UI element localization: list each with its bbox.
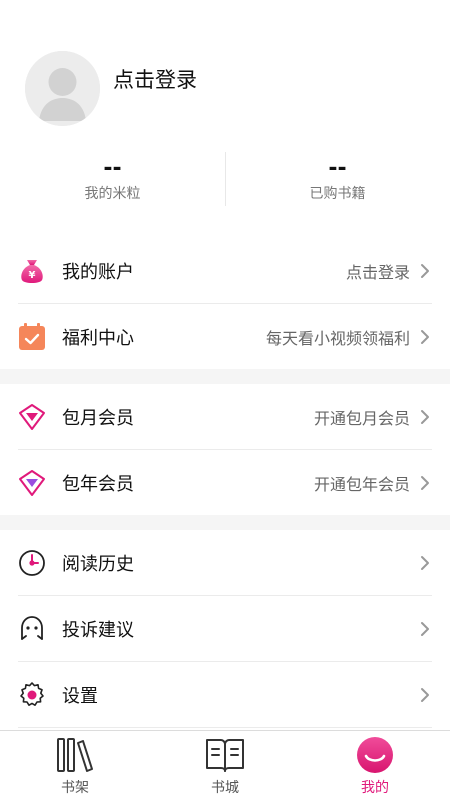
menu-item-welfare-center[interactable]: 福利中心 每天看小视频领福利	[18, 304, 432, 369]
calendar-check-icon	[18, 322, 46, 351]
menu-item-title: 包年会员	[62, 473, 134, 495]
chevron-right-icon	[418, 553, 432, 573]
smiley-avatar-icon	[355, 735, 395, 775]
default-avatar-icon[interactable]	[25, 51, 100, 126]
chevron-right-icon	[418, 327, 432, 347]
menu-item-hint: 点击登录	[345, 262, 410, 282]
open-book-icon	[205, 735, 245, 775]
menu-item-hint: 开通包年会员	[313, 474, 410, 494]
menu-item-hint: 每天看小视频领福利	[265, 328, 410, 348]
menu-item-yearly-vip[interactable]: 包年会员 开通包年会员	[18, 450, 432, 515]
tab-label: 书城	[211, 780, 239, 796]
money-bag-icon: ¥	[18, 257, 46, 285]
smiley-face-icon	[18, 615, 46, 643]
menu-item-my-account[interactable]: ¥ 我的账户 点击登录	[18, 238, 432, 303]
gear-icon	[18, 681, 46, 709]
menu-item-title: 投诉建议	[62, 619, 134, 641]
menu-item-title: 阅读历史	[62, 553, 134, 575]
chevron-right-icon	[418, 619, 432, 639]
chevron-right-icon	[418, 261, 432, 281]
menu-item-title: 我的账户	[62, 261, 134, 283]
menu-item-title: 设置	[62, 685, 98, 707]
chevron-right-icon	[418, 473, 432, 493]
stat-value: --	[328, 156, 347, 181]
bottom-tab-bar: 书架 书城 我的	[0, 730, 450, 800]
section-gap	[0, 369, 450, 384]
menu-item-settings[interactable]: 设置	[18, 662, 432, 727]
svg-text:¥: ¥	[29, 270, 36, 281]
clock-icon	[18, 549, 46, 577]
menu-item-title: 包月会员	[62, 407, 134, 429]
stats-divider	[225, 152, 226, 206]
menu-item-feedback[interactable]: 投诉建议	[18, 596, 432, 661]
tab-label: 书架	[61, 780, 89, 796]
row-divider	[18, 727, 432, 728]
stat-label: 已购书籍	[309, 186, 366, 202]
chevron-right-icon	[418, 407, 432, 427]
stat-label: 我的米粒	[84, 186, 141, 202]
spacer	[0, 222, 450, 238]
stat-rice[interactable]: -- 我的米粒	[0, 150, 225, 210]
menu-item-hint: 开通包月会员	[313, 408, 410, 428]
tab-bookshelf[interactable]: 书架	[0, 731, 150, 800]
diamond-monthly-icon	[18, 403, 46, 431]
tab-mine[interactable]: 我的	[300, 731, 450, 800]
menu-item-title: 福利中心	[62, 327, 134, 349]
diamond-yearly-icon	[18, 469, 46, 497]
bookshelf-icon	[55, 735, 95, 775]
chevron-right-icon	[418, 685, 432, 705]
tab-bookstore[interactable]: 书城	[150, 731, 300, 800]
login-prompt[interactable]: 点击登录	[113, 66, 197, 94]
section-gap	[0, 515, 450, 530]
stat-value: --	[103, 156, 122, 181]
stat-purchased-books[interactable]: -- 已购书籍	[225, 150, 450, 210]
tab-label: 我的	[361, 780, 389, 796]
menu-item-reading-history[interactable]: 阅读历史	[18, 530, 432, 595]
menu-item-monthly-vip[interactable]: 包月会员 开通包月会员	[18, 384, 432, 449]
